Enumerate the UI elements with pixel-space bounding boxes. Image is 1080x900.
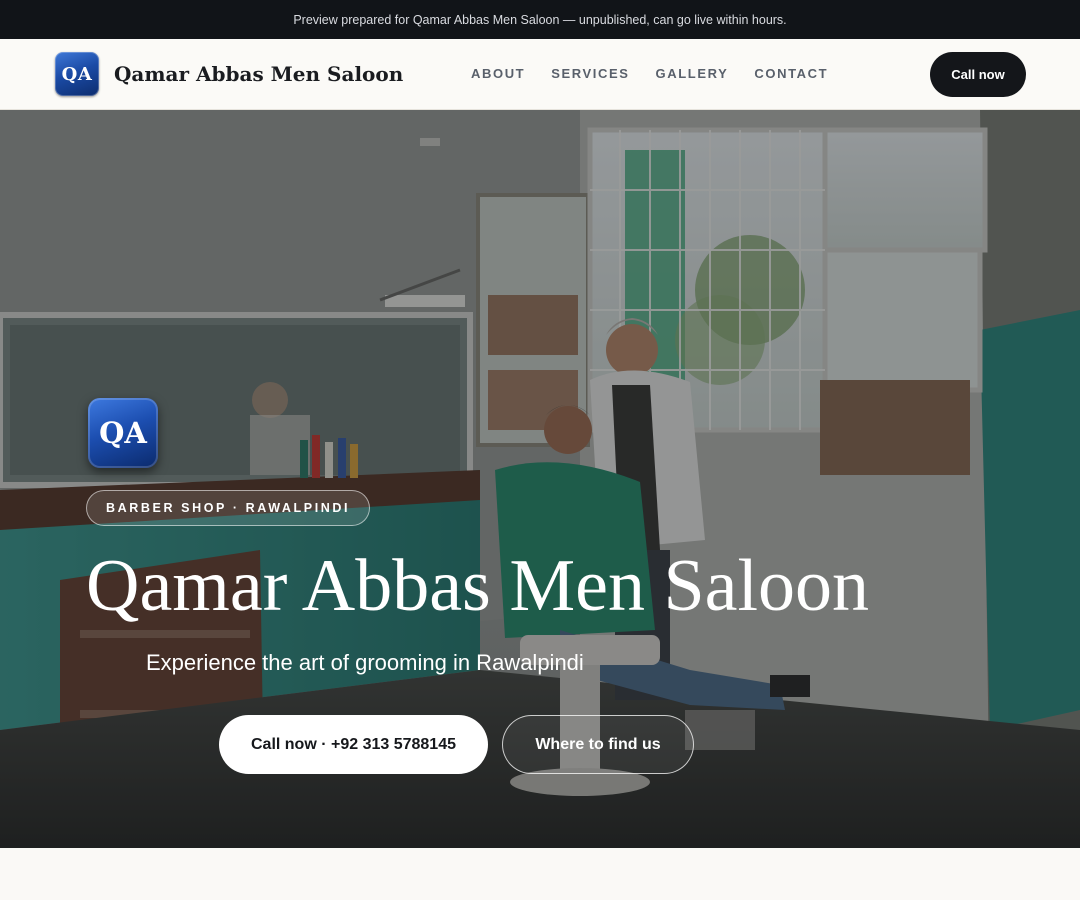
hero-section: QA BARBER SHOP · RAWALPINDI Qamar Abbas … bbox=[0, 110, 1080, 848]
find-us-button[interactable]: Where to find us bbox=[502, 715, 694, 774]
brand-name[interactable]: Qamar Abbas Men Saloon bbox=[114, 62, 403, 86]
call-now-button[interactable]: Call now bbox=[930, 52, 1026, 97]
nav-link-gallery[interactable]: GALLERY bbox=[656, 66, 729, 81]
nav-link-contact[interactable]: CONTACT bbox=[754, 66, 828, 81]
hero-logo-text: QA bbox=[99, 416, 147, 450]
site-header: QA Qamar Abbas Men Saloon ABOUT SERVICES… bbox=[0, 39, 1080, 110]
preview-banner-text: Preview prepared for Qamar Abbas Men Sal… bbox=[293, 12, 787, 27]
call-phone-button[interactable]: Call now · +92 313 5788145 bbox=[219, 715, 488, 774]
hero-category-tag: BARBER SHOP · RAWALPINDI bbox=[86, 490, 371, 526]
nav-link-about[interactable]: ABOUT bbox=[471, 66, 525, 81]
hero-subtitle: Experience the art of grooming in Rawalp… bbox=[146, 650, 584, 675]
nav-link-services[interactable]: SERVICES bbox=[551, 66, 629, 81]
brand-logo-text: QA bbox=[61, 63, 93, 85]
next-section bbox=[0, 848, 1080, 900]
main-nav: ABOUT SERVICES GALLERY CONTACT bbox=[471, 66, 828, 81]
hero-logo-badge: QA bbox=[88, 398, 158, 468]
preview-banner: Preview prepared for Qamar Abbas Men Sal… bbox=[0, 0, 1080, 39]
brand-logo[interactable]: QA bbox=[55, 52, 99, 96]
hero-title: Qamar Abbas Men Saloon bbox=[86, 545, 870, 627]
